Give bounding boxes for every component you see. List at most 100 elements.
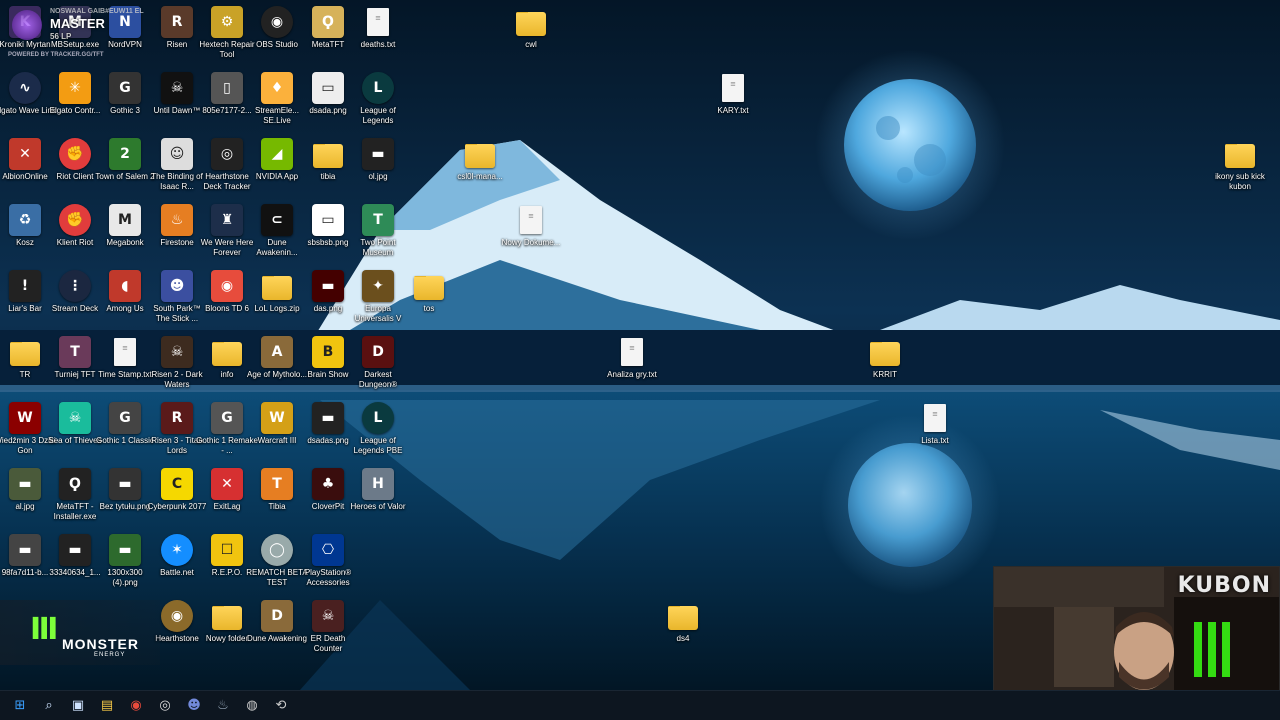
app-icon: 2 [109,138,141,170]
desktop-icon[interactable]: ≡ Time Stamp.txt [96,336,154,400]
app-icon: G [109,72,141,104]
app-icon: A [261,336,293,368]
app-icon: ◖ [109,270,141,302]
desktop-icon[interactable]: ◉ OBS Studio [248,6,306,70]
app-icon: D [362,336,394,368]
app-icon: ☠ [312,600,344,632]
desktop-icon-label: cwl [525,40,537,49]
text-file-icon: ≡ [924,404,946,432]
app-icon: ▬ [109,534,141,566]
desktop-icon[interactable]: LoL Logs.zip [248,270,306,334]
desktop-icon[interactable]: ≡ deaths.txt [349,6,407,70]
overlay-lp: 56 LP [50,32,72,41]
desktop-icon[interactable]: 2 Town of Salem 2 [95,138,155,202]
desktop-icon[interactable]: ▬ 1300x300 (4).png [96,534,154,598]
app-icon: ⊂ [261,204,293,236]
app-icon: ♨ [161,204,193,236]
file-explorer-icon[interactable]: ▤ [95,694,119,718]
desktop-icon[interactable]: T Tibia [248,468,306,532]
app-icon: W [9,402,41,434]
desktop-icon-label: Analiza gry.txt [607,370,657,379]
desktop-icon-label: csl0l-mana... [457,172,503,181]
app-icon: L [362,402,394,434]
desktop-icon[interactable]: ▬ Bez tytułu.png [96,468,154,532]
monster-claw-icon: Ⅲ [30,612,59,647]
desktop-icon[interactable]: ◢ NVIDIA App [248,138,306,202]
desktop-icon[interactable]: L League of Legends [349,72,407,136]
app-icon: ✳ [59,72,91,104]
app-taskbar-icon[interactable]: ⟲ [269,694,293,718]
app-icon: T [261,468,293,500]
desktop-icon[interactable]: M Megabonk [96,204,154,268]
app-icon: ✕ [9,138,41,170]
desktop-icon[interactable]: ♦ StreamEle... SE.Live [248,72,306,136]
app-icon: ◉ [211,270,243,302]
app-icon: ✊ [59,204,91,236]
app-icon: ▬ [362,138,394,170]
desktop-icon[interactable]: ≡ Analiza gry.txt [603,336,661,400]
app-icon: ▬ [9,468,41,500]
desktop-icon[interactable]: H Heroes of Valor [349,468,407,532]
chrome-icon[interactable]: ◉ [124,694,148,718]
app-icon: ✊ [59,138,91,170]
desktop-icon[interactable]: T Two Point Museum [349,204,407,268]
desktop-icon-label: ds4 [676,634,690,643]
desktop-icon[interactable]: ≡ Nowy Dokume... [502,204,560,268]
overlay-player-name: NOSWAAL GAIB#EUW11 EL [50,8,144,15]
app-icon: Ϙ [312,6,344,38]
desktop-icon[interactable]: csl0l-mana... [451,138,509,202]
app-icon: ☻ [161,270,193,302]
desktop-icon[interactable]: ▬ ol.jpg [349,138,407,202]
desktop-icon[interactable]: cwl [502,6,560,70]
desktop-icon-label: PlayStation® Accessories [304,568,352,587]
desktop-icon[interactable]: D Darkest Dungeon® [349,336,407,400]
desktop-icon[interactable]: ≡ KARY.txt [704,72,762,136]
desktop-icon[interactable]: L League of Legends PBE [349,402,407,466]
app-icon: ▬ [312,402,344,434]
app-icon: ◎ [211,138,243,170]
desktop-icon-label: Heroes of Valor [350,502,406,511]
app-icon: ◉ [161,600,193,632]
folder-icon [212,342,242,366]
desktop-icon-label: League of Legends PBE [353,436,403,455]
desktop-icon-label: deaths.txt [360,40,396,49]
obs-taskbar-icon[interactable]: ◎ [153,694,177,718]
app-icon: ▬ [312,270,344,302]
desktop-icon-label: ol.jpg [368,172,388,181]
sponsor-banner: Ⅲ MONSTER ENERGY [0,600,160,665]
app-icon: ▯ [211,72,243,104]
app-icon: ⚙ [211,6,243,38]
streamer-name: KUBON [1177,573,1271,598]
app-icon: ☠ [59,402,91,434]
app-icon: B [312,336,344,368]
desktop-icon[interactable]: ≡ Lista.txt [906,402,964,466]
desktop-icon[interactable]: ☠ ER Death Counter [299,600,357,664]
desktop-icon[interactable]: KRRIT [856,336,914,400]
task-view-icon[interactable]: ▣ [66,694,90,718]
desktop-icon[interactable]: ◖ Among Us [96,270,154,334]
sponsor-sub: ENERGY [94,652,126,658]
steam-icon[interactable]: ♨ [211,694,235,718]
app-icon: ▬ [109,468,141,500]
desktop-icon[interactable]: ◯ REMATCH BETA TEST [246,534,308,598]
start-button[interactable]: ⊞ [8,694,32,718]
app-icon: ♻ [9,204,41,236]
app-icon: R [161,402,193,434]
desktop-icon[interactable]: ✦ Europa Universalis V [349,270,407,334]
app-icon: ☠ [161,72,193,104]
desktop-icon[interactable]: G Gothic 1 Classic [96,402,154,466]
desktop-icon[interactable]: A Age of Mytholo... [247,336,307,400]
desktop-icon[interactable]: ⎔ PlayStation® Accessories [299,534,357,598]
search-icon[interactable]: ⌕ [37,694,61,718]
desktop-icon[interactable]: ds4 [654,600,712,664]
obs-studio-taskbar-icon[interactable]: ◍ [240,694,264,718]
desktop-icon[interactable]: D Dune Awakening [247,600,307,664]
desktop-icon[interactable]: tos [400,270,458,334]
desktop-icon[interactable]: ikony sub kick kubon [1211,138,1269,202]
discord-icon[interactable]: ☻ [182,694,206,718]
folder-icon [870,342,900,366]
desktop-icon[interactable]: ⊂ Dune Awakenin... [248,204,306,268]
desktop-icon[interactable]: W Warcraft III [248,402,306,466]
desktop-icon[interactable]: G Gothic 3 [96,72,154,136]
app-icon: W [261,402,293,434]
